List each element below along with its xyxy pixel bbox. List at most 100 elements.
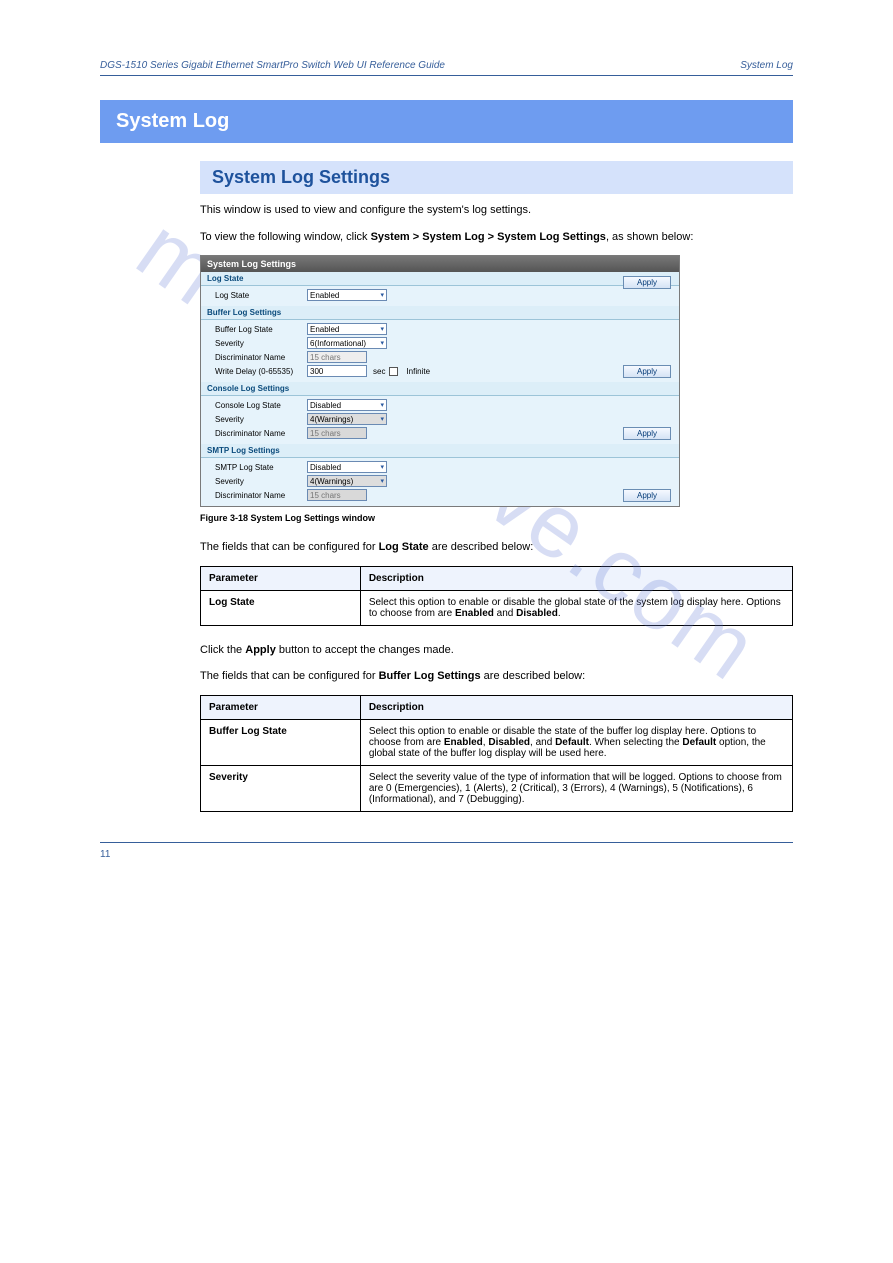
smtp-state-select[interactable]: Disabled ▾ bbox=[307, 461, 387, 473]
col-description: Description bbox=[360, 695, 792, 719]
param-desc: Select this option to enable or disable … bbox=[360, 719, 792, 765]
param-desc: Select the severity value of the type of… bbox=[360, 765, 792, 811]
log-state-lead: The fields that can be configured for Lo… bbox=[200, 539, 793, 556]
log-state-table: Parameter Description Log State Select t… bbox=[200, 566, 793, 626]
console-state-value: Disabled bbox=[310, 401, 341, 410]
footer-rule bbox=[100, 842, 793, 843]
smtp-severity-select[interactable]: 4(Warnings) ▾ bbox=[307, 475, 387, 487]
smtp-discr-input[interactable] bbox=[307, 489, 367, 501]
buffer-discr-label: Discriminator Name bbox=[215, 353, 303, 362]
nav-tail: , as shown below: bbox=[606, 231, 693, 243]
text: Click the bbox=[200, 644, 245, 656]
chapter-heading: System Log bbox=[100, 100, 793, 143]
console-state-label: Console Log State bbox=[215, 401, 303, 410]
buffer-severity-value: 6(Informational) bbox=[310, 339, 366, 348]
console-discr-label: Discriminator Name bbox=[215, 429, 303, 438]
table-header-row: Parameter Description bbox=[201, 566, 793, 590]
nav-lead: To view the following window, click bbox=[200, 231, 371, 243]
table-row: Buffer Log State Select this option to e… bbox=[201, 719, 793, 765]
param-desc: Select this option to enable or disable … bbox=[360, 590, 792, 625]
buffer-state-value: Enabled bbox=[310, 325, 339, 334]
figure-caption: Figure 3-18 System Log Settings window bbox=[200, 513, 793, 523]
text: Default bbox=[682, 737, 716, 748]
page-number: 11 bbox=[100, 849, 793, 860]
nav-path: System > System Log > System Log Setting… bbox=[371, 231, 606, 243]
text: Buffer Log Settings bbox=[379, 670, 481, 682]
chevron-down-icon: ▾ bbox=[380, 291, 384, 299]
smtp-severity-value: 4(Warnings) bbox=[310, 477, 353, 486]
text: Select this option to enable or disable … bbox=[369, 597, 781, 619]
text: Disabled bbox=[516, 608, 558, 619]
text: and bbox=[494, 608, 516, 619]
text: The fields that can be configured for bbox=[200, 670, 379, 682]
console-discr-input[interactable] bbox=[307, 427, 367, 439]
log-state-label: Log State bbox=[215, 291, 303, 300]
section-head-smtp: SMTP Log Settings bbox=[201, 444, 679, 457]
console-state-select[interactable]: Disabled ▾ bbox=[307, 399, 387, 411]
section-intro-2: To view the following window, click Syst… bbox=[200, 229, 793, 246]
header-rule bbox=[100, 75, 793, 76]
infinite-checkbox[interactable] bbox=[389, 367, 398, 376]
text: . bbox=[558, 608, 561, 619]
header-left: DGS-1510 Series Gigabit Ethernet SmartPr… bbox=[100, 60, 445, 71]
panel-title: System Log Settings bbox=[201, 256, 679, 272]
console-severity-select[interactable]: 4(Warnings) ▾ bbox=[307, 413, 387, 425]
section-head-log-state: Log State bbox=[201, 272, 679, 285]
system-log-settings-panel: System Log Settings Log State Log State … bbox=[200, 255, 680, 507]
text: . When selecting the bbox=[589, 737, 682, 748]
param-name: Log State bbox=[201, 590, 361, 625]
buffer-delay-unit: sec bbox=[373, 367, 385, 376]
smtp-discr-label: Discriminator Name bbox=[215, 491, 303, 500]
text: Default bbox=[555, 737, 589, 748]
text: Log State bbox=[379, 541, 429, 553]
buffer-delay-label: Write Delay (0-65535) bbox=[215, 367, 303, 376]
col-parameter: Parameter bbox=[201, 695, 361, 719]
header-right: System Log bbox=[740, 60, 793, 71]
text: are described below: bbox=[481, 670, 586, 682]
text: Disabled bbox=[488, 737, 530, 748]
infinite-label: Infinite bbox=[406, 367, 430, 376]
chevron-down-icon: ▾ bbox=[380, 325, 384, 333]
chevron-down-icon: ▾ bbox=[380, 401, 384, 409]
buffer-discr-input[interactable] bbox=[307, 351, 367, 363]
log-state-select[interactable]: Enabled ▾ bbox=[307, 289, 387, 301]
col-parameter: Parameter bbox=[201, 566, 361, 590]
chevron-down-icon: ▾ bbox=[380, 415, 384, 423]
apply-button-buffer[interactable]: Apply bbox=[623, 365, 671, 378]
section-heading: System Log Settings bbox=[200, 161, 793, 194]
col-description: Description bbox=[360, 566, 792, 590]
console-severity-label: Severity bbox=[215, 415, 303, 424]
log-state-value: Enabled bbox=[310, 291, 339, 300]
section-intro-1: This window is used to view and configur… bbox=[200, 202, 793, 219]
param-name: Buffer Log State bbox=[201, 719, 361, 765]
console-severity-value: 4(Warnings) bbox=[310, 415, 353, 424]
smtp-state-label: SMTP Log State bbox=[215, 463, 303, 472]
section-head-buffer: Buffer Log Settings bbox=[201, 306, 679, 319]
buffer-log-table: Parameter Description Buffer Log State S… bbox=[200, 695, 793, 812]
text: The fields that can be configured for bbox=[200, 541, 379, 553]
chevron-down-icon: ▾ bbox=[380, 463, 384, 471]
apply-note: Click the Apply button to accept the cha… bbox=[200, 642, 793, 659]
chevron-down-icon: ▾ bbox=[380, 477, 384, 485]
table-row: Severity Select the severity value of th… bbox=[201, 765, 793, 811]
buffer-lead: The fields that can be configured for Bu… bbox=[200, 668, 793, 685]
chevron-down-icon: ▾ bbox=[380, 339, 384, 347]
page-header: DGS-1510 Series Gigabit Ethernet SmartPr… bbox=[100, 60, 793, 71]
smtp-state-value: Disabled bbox=[310, 463, 341, 472]
section-head-console: Console Log Settings bbox=[201, 382, 679, 395]
apply-button-console[interactable]: Apply bbox=[623, 427, 671, 440]
text: are described below: bbox=[429, 541, 534, 553]
buffer-state-select[interactable]: Enabled ▾ bbox=[307, 323, 387, 335]
smtp-severity-label: Severity bbox=[215, 477, 303, 486]
text: , and bbox=[530, 737, 555, 748]
buffer-severity-select[interactable]: 6(Informational) ▾ bbox=[307, 337, 387, 349]
text: Enabled bbox=[455, 608, 494, 619]
buffer-delay-input[interactable] bbox=[307, 365, 367, 377]
table-row: Log State Select this option to enable o… bbox=[201, 590, 793, 625]
apply-button-smtp[interactable]: Apply bbox=[623, 489, 671, 502]
apply-button-log-state[interactable]: Apply bbox=[623, 276, 671, 289]
buffer-severity-label: Severity bbox=[215, 339, 303, 348]
text: button to accept the changes made. bbox=[276, 644, 454, 656]
param-name: Severity bbox=[201, 765, 361, 811]
text: Apply bbox=[245, 644, 276, 656]
